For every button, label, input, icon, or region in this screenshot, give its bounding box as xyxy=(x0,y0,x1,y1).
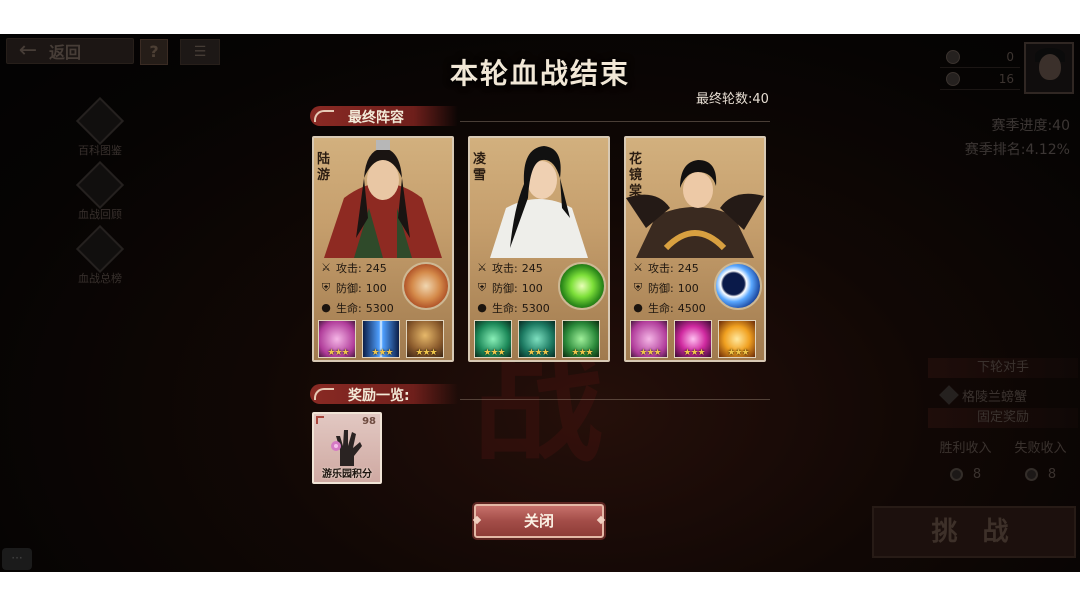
hp-value: 4500 xyxy=(677,301,706,315)
hero-name: 花镜棠 xyxy=(629,152,643,199)
defense-stat: ⛨ 防御: 100 xyxy=(476,278,566,298)
sword-icon: ⚔ xyxy=(633,261,643,274)
attack-value: 245 xyxy=(677,261,699,275)
hero-stats: ⚔ 攻击: 245 ⛨ 防御: 100 ● 生命: 5300 xyxy=(476,258,566,318)
defense-value: 100 xyxy=(521,281,543,295)
passive-list: ★★★ ★★★ ★★★ xyxy=(630,320,756,358)
hero-portrait xyxy=(626,160,764,258)
blue-moon-skill-icon[interactable] xyxy=(714,262,762,310)
lineup-section-header: 最终阵容 xyxy=(310,106,770,126)
green-claw-icon[interactable]: ★★★ xyxy=(562,320,600,358)
notch-ornament xyxy=(472,515,482,525)
drop-icon: ● xyxy=(321,301,331,314)
defense-stat: ⛨ 防御: 100 xyxy=(632,278,722,298)
defense-value: 100 xyxy=(365,281,387,295)
attack-stat: ⚔ 攻击: 245 xyxy=(320,258,410,278)
magenta-burst-icon[interactable]: ★★★ xyxy=(674,320,712,358)
sword-icon: ⚔ xyxy=(477,261,487,274)
final-rounds: 最终轮数:40 xyxy=(696,92,769,107)
reward-name: 游乐园积分 xyxy=(322,469,372,480)
hero-stats: ⚔ 攻击: 245 ⛨ 防御: 100 ● 生命: 4500 xyxy=(632,258,722,318)
attack-label: 攻击: xyxy=(336,262,362,275)
blue-light-icon[interactable]: ★★★ xyxy=(362,320,400,358)
reward-item[interactable]: 98 游乐园积分 xyxy=(312,412,382,484)
shield-icon: ⛨ xyxy=(633,281,643,294)
defense-value: 100 xyxy=(677,281,699,295)
attack-stat: ⚔ 攻击: 245 xyxy=(476,258,566,278)
star-rating: ★★★ xyxy=(327,348,349,358)
golden-figure-icon[interactable]: ★★★ xyxy=(406,320,444,358)
star-rating: ★★★ xyxy=(639,348,661,358)
hero-portrait xyxy=(490,146,588,258)
star-rating: ★★★ xyxy=(527,348,549,358)
game-screen: ← 返回 ? ☰ 百科图鉴 血战回顾 血战总榜 0 16 赛季进度:40 赛季排… xyxy=(0,34,1080,572)
close-label: 关闭 xyxy=(523,512,554,530)
hp-stat: ● 生命: 5300 xyxy=(476,298,566,318)
divider xyxy=(460,399,770,400)
green-skull-icon[interactable]: ★★★ xyxy=(474,320,512,358)
hero-card[interactable]: 陆游 ⚔ 攻击: 245 ⛨ 防御: 100 ● 生命: 5300 ★★★ ★★★ ★★★ xyxy=(312,136,454,362)
corner-ornament xyxy=(316,416,324,424)
star-rating: ★★★ xyxy=(571,348,593,358)
hero-card[interactable]: 凌雪 ⚔ 攻击: 245 ⛨ 防御: 100 ● 生命: 5300 ★★★ ★★★ ★★★ xyxy=(468,136,610,362)
hero-name: 凌雪 xyxy=(473,152,487,183)
dialog-title: 本轮血战结束 xyxy=(449,57,630,90)
attack-label: 攻击: xyxy=(492,262,518,275)
attack-stat: ⚔ 攻击: 245 xyxy=(632,258,722,278)
fist-skill-icon[interactable] xyxy=(402,262,450,310)
hp-label: 生命: xyxy=(648,302,674,315)
defense-stat: ⛨ 防御: 100 xyxy=(320,278,410,298)
hp-value: 5300 xyxy=(365,301,394,315)
pink-flower-icon[interactable]: ★★★ xyxy=(318,320,356,358)
green-mask-icon[interactable]: ★★★ xyxy=(518,320,556,358)
shield-icon: ⛨ xyxy=(477,281,487,294)
hp-value: 5300 xyxy=(521,301,550,315)
drop-icon: ● xyxy=(633,301,643,314)
defense-label: 防御: xyxy=(336,282,362,295)
rewards-title: 奖励一览: xyxy=(348,388,410,404)
lineup-title: 最终阵容 xyxy=(348,110,404,126)
star-rating: ★★★ xyxy=(371,348,393,358)
passive-list: ★★★ ★★★ ★★★ xyxy=(318,320,444,358)
hero-card[interactable]: 花镜棠 ⚔ 攻击: 245 ⛨ 防御: 100 ● 生命: 4500 ★★★ ★★★ ★★★ xyxy=(624,136,766,362)
star-rating: ★★★ xyxy=(415,348,437,358)
star-rating: ★★★ xyxy=(683,348,705,358)
sword-icon: ⚔ xyxy=(321,261,331,274)
hp-stat: ● 生命: 4500 xyxy=(632,298,722,318)
defense-label: 防御: xyxy=(492,282,518,295)
flower-hand-icon xyxy=(331,430,362,466)
pink-flower-icon[interactable]: ★★★ xyxy=(630,320,668,358)
star-rating: ★★★ xyxy=(727,348,749,358)
defense-label: 防御: xyxy=(648,282,674,295)
golden-flame-icon[interactable]: ★★★ xyxy=(718,320,756,358)
hp-label: 生命: xyxy=(492,302,518,315)
drop-icon: ● xyxy=(477,301,487,314)
swirl-icon xyxy=(314,110,334,122)
hero-stats: ⚔ 攻击: 245 ⛨ 防御: 100 ● 生命: 5300 xyxy=(320,258,410,318)
attack-value: 245 xyxy=(365,261,387,275)
shield-icon: ⛨ xyxy=(321,281,331,294)
hp-stat: ● 生命: 5300 xyxy=(320,298,410,318)
hero-portrait xyxy=(324,140,442,258)
attack-value: 245 xyxy=(521,261,543,275)
swirl-icon xyxy=(314,388,334,400)
notch-ornament xyxy=(596,515,606,525)
hero-name: 陆游 xyxy=(317,152,331,183)
divider xyxy=(460,121,770,122)
star-rating: ★★★ xyxy=(483,348,505,358)
hp-label: 生命: xyxy=(336,302,362,315)
green-burst-skill-icon[interactable] xyxy=(558,262,606,310)
attack-label: 攻击: xyxy=(648,262,674,275)
close-button[interactable]: 关闭 xyxy=(472,504,606,538)
rewards-section-header: 奖励一览: xyxy=(310,384,770,404)
passive-list: ★★★ ★★★ ★★★ xyxy=(474,320,600,358)
